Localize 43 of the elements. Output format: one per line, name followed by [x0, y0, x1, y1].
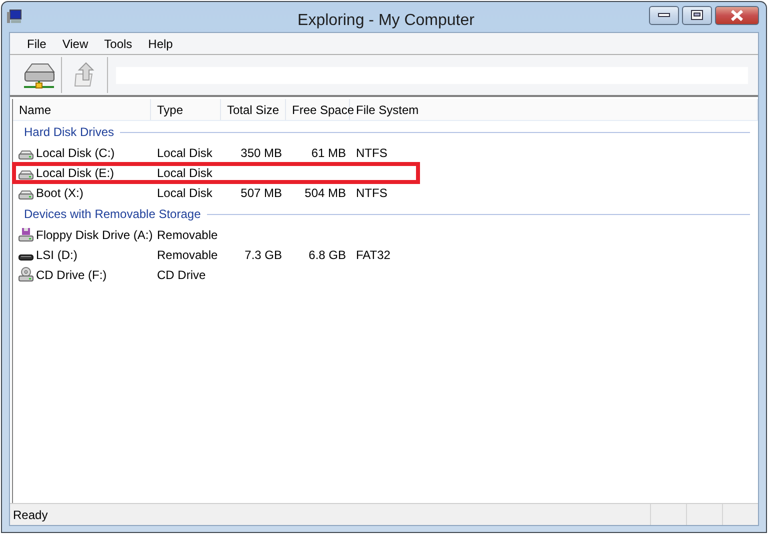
menu-item[interactable]: File	[20, 36, 54, 50]
status-text: Ready	[12, 508, 49, 522]
drive-name[interactable]: Local Disk (E:)	[13, 163, 151, 183]
table-cell-text: 504 MB	[304, 185, 347, 202]
table-cell-text: Removable	[156, 247, 219, 264]
table-cell-text: Local Disk	[156, 165, 214, 182]
table-cell-text: FAT32	[355, 247, 392, 264]
group-header: Hard Disk Drives	[24, 125, 114, 139]
maximize-button[interactable]	[682, 6, 712, 24]
table-cell-text: 7.3 GB	[244, 247, 283, 264]
cd-drive-icon	[18, 267, 34, 283]
column-header[interactable]: Total Size	[221, 99, 286, 120]
drive-name[interactable]: LSI (D:)	[13, 245, 151, 265]
drive-name[interactable]: Boot (X:)	[13, 183, 151, 203]
close-icon	[730, 10, 744, 20]
removable-drive-icon	[18, 254, 34, 260]
table-cell-text: Removable	[156, 227, 219, 244]
table-cell-text: Local Disk	[156, 185, 214, 202]
window-title: Exploring - My Computer	[296, 12, 476, 30]
maximize-icon	[691, 10, 703, 20]
app-icon	[7, 9, 23, 25]
group-header: Devices with Removable Storage	[24, 207, 201, 221]
minimize-button[interactable]	[649, 6, 679, 24]
table-cell-text: 350 MB	[240, 145, 283, 162]
table-cell-text: 61 MB	[310, 145, 347, 162]
close-button[interactable]	[715, 6, 759, 24]
table-cell-text: 507 MB	[240, 185, 283, 202]
table-cell-text: CD Drive	[156, 267, 207, 284]
up-folder-icon	[74, 62, 96, 88]
minimize-icon	[658, 13, 670, 17]
drive-name[interactable]: Local Disk (C:)	[13, 143, 151, 163]
floppy-drive-icon	[18, 227, 34, 243]
drive-name[interactable]: Floppy Disk Drive (A:)	[13, 225, 151, 245]
menu-item[interactable]: View	[55, 36, 96, 50]
column-header[interactable]: Name	[13, 99, 151, 120]
menu-item[interactable]: Tools	[97, 36, 140, 50]
table-cell-text: NTFS	[355, 145, 388, 162]
table-cell-text: 6.8 GB	[308, 247, 347, 264]
drive-name[interactable]: CD Drive (F:)	[13, 265, 151, 285]
table-cell-text: Local Disk	[156, 145, 214, 162]
table-cell-text: NTFS	[355, 185, 388, 202]
column-header[interactable]: Type	[151, 99, 221, 120]
menu-item[interactable]: Help	[141, 36, 180, 50]
